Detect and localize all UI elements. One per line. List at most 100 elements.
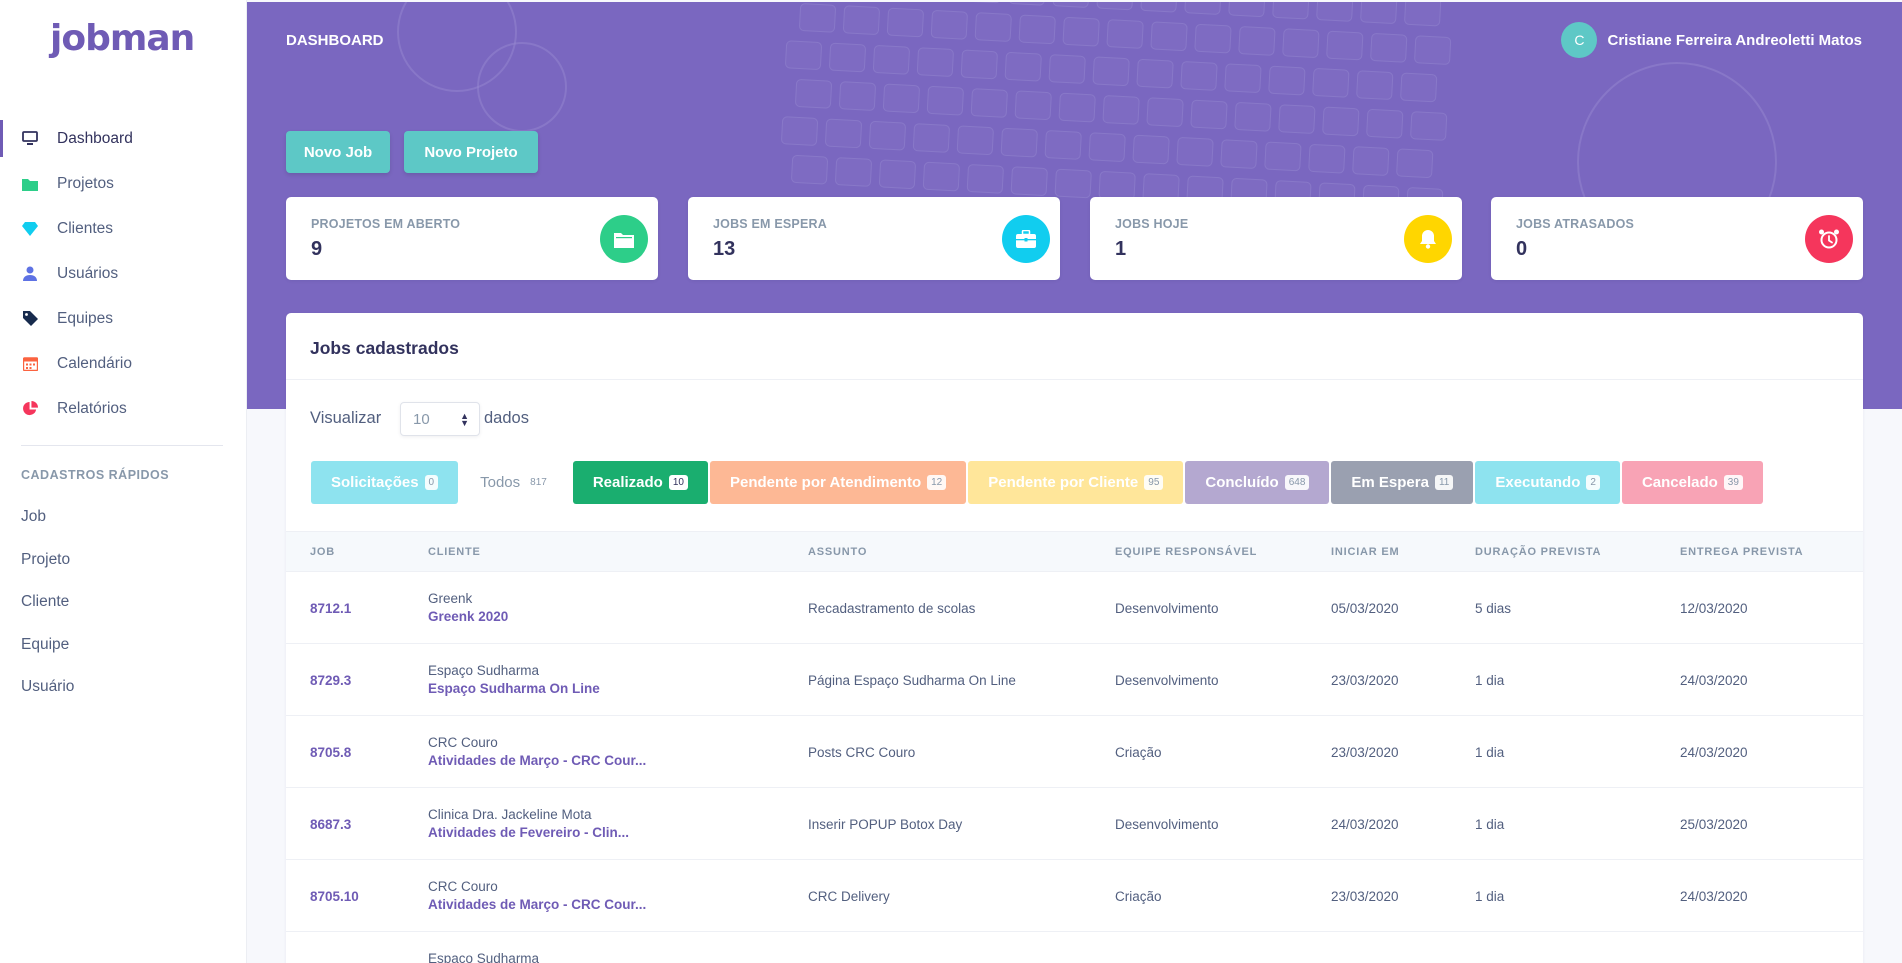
keyboard-key-decoration bbox=[1238, 25, 1276, 56]
keyboard-key-decoration bbox=[794, 78, 833, 109]
tab-label: Pendente por Cliente bbox=[988, 474, 1139, 491]
keyboard-key-decoration bbox=[1403, 2, 1442, 27]
stat-card-jobs-today[interactable]: JOBS HOJE 1 bbox=[1090, 197, 1462, 280]
column-header-equipe[interactable]: EQUIPE RESPONSÁVEL bbox=[1115, 546, 1257, 558]
app-logo[interactable]: jobman bbox=[50, 18, 195, 59]
table-row[interactable]: 8687.3 Clinica Dra. Jackeline Mota Ativi… bbox=[286, 788, 1863, 860]
column-header-assunto[interactable]: ASSUNTO bbox=[808, 546, 867, 558]
duration-cell: 1 dia bbox=[1475, 889, 1505, 904]
keyboard-key-decoration bbox=[1102, 94, 1140, 125]
avatar: C bbox=[1561, 22, 1598, 58]
subject-cell: Página Espaço Sudharma On Line bbox=[808, 673, 1016, 688]
tab-todos[interactable]: Todos 817 bbox=[460, 461, 571, 504]
keyboard-key-decoration bbox=[1096, 2, 1134, 11]
bell-icon bbox=[1404, 215, 1452, 263]
stat-card-open-projects[interactable]: PROJETOS EM ABERTO 9 bbox=[286, 197, 658, 280]
quick-register-title: CADASTROS RÁPIDOS bbox=[21, 468, 170, 482]
sidebar-item-equipes[interactable]: Equipes bbox=[0, 296, 246, 341]
table-row[interactable]: Espaço Sudharma bbox=[286, 932, 1863, 963]
project-link[interactable]: Atividades de Fevereiro - Clin... bbox=[428, 825, 629, 840]
quick-register-list: Job Projeto Cliente Equipe Usuário bbox=[21, 496, 74, 709]
keyboard-key-decoration bbox=[974, 12, 1012, 43]
table-row[interactable]: 8712.1 Greenk Greenk 2020 Recadastrament… bbox=[286, 572, 1863, 644]
project-link[interactable]: Greenk 2020 bbox=[428, 609, 508, 624]
column-header-entrega[interactable]: ENTREGA PREVISTA bbox=[1680, 546, 1803, 558]
sidebar-item-usuarios[interactable]: Usuários bbox=[0, 251, 246, 296]
jobs-card: Jobs cadastrados Visualizar 10 ▲ ▼ dados … bbox=[286, 313, 1863, 963]
column-header-cliente[interactable]: CLIENTE bbox=[428, 546, 481, 558]
stat-card-jobs-waiting[interactable]: JOBS EM ESPERA 13 bbox=[688, 197, 1060, 280]
column-header-duracao[interactable]: DURAÇÃO PREVISTA bbox=[1475, 546, 1601, 558]
diamond-icon bbox=[22, 221, 38, 237]
keyboard-key-decoration bbox=[1360, 2, 1398, 25]
project-link[interactable]: Atividades de Março - CRC Cour... bbox=[428, 753, 646, 768]
sidebar-item-relatorios[interactable]: Relatórios bbox=[0, 386, 246, 431]
column-header-job[interactable]: JOB bbox=[310, 546, 335, 558]
tab-concluido[interactable]: Concluído 648 bbox=[1185, 461, 1330, 504]
tab-count-badge: 12 bbox=[927, 475, 947, 490]
quick-item-projeto[interactable]: Projeto bbox=[21, 539, 74, 582]
start-date-cell: 23/03/2020 bbox=[1331, 673, 1399, 688]
tab-solicitacoes[interactable]: Solicitações 0 bbox=[311, 461, 459, 504]
client-name: CRC Couro bbox=[428, 735, 498, 750]
sidebar-item-dashboard[interactable]: Dashboard bbox=[0, 116, 246, 161]
table-row[interactable]: 8705.10 CRC Couro Atividades de Março - … bbox=[286, 860, 1863, 932]
quick-item-usuario[interactable]: Usuário bbox=[21, 666, 74, 709]
page-size-select[interactable]: 10 ▲ ▼ bbox=[400, 402, 480, 436]
keyboard-key-decoration bbox=[842, 5, 881, 36]
keyboard-key-decoration bbox=[1014, 90, 1052, 121]
keyboard-key-decoration bbox=[1044, 129, 1082, 160]
tab-count-badge: 2 bbox=[1586, 475, 1600, 490]
client-cell: Espaço Sudharma bbox=[428, 951, 539, 963]
keyboard-key-decoration bbox=[1234, 101, 1272, 132]
keyboard-key-decoration bbox=[1322, 106, 1360, 137]
page-size-value: 10 bbox=[413, 410, 430, 428]
job-id[interactable]: 8712.1 bbox=[310, 601, 351, 616]
team-cell: Desenvolvimento bbox=[1115, 601, 1219, 616]
quick-item-equipe[interactable]: Equipe bbox=[21, 624, 74, 667]
job-id[interactable]: 8705.10 bbox=[310, 889, 359, 904]
quick-item-cliente[interactable]: Cliente bbox=[21, 581, 74, 624]
quick-item-job[interactable]: Job bbox=[21, 496, 74, 539]
stat-value: 1 bbox=[1115, 238, 1127, 260]
sidebar-item-clientes[interactable]: Clientes bbox=[0, 206, 246, 251]
tab-realizado[interactable]: Realizado 10 bbox=[572, 461, 708, 504]
table-row[interactable]: 8729.3 Espaço Sudharma Espaço Sudharma O… bbox=[286, 644, 1863, 716]
sidebar-item-projetos[interactable]: Projetos bbox=[0, 161, 246, 206]
keyboard-key-decoration bbox=[970, 88, 1008, 118]
keyboard-key-decoration bbox=[872, 44, 911, 75]
subject-cell: Recadastramento de scolas bbox=[808, 601, 976, 616]
sidebar-item-calendario[interactable]: Calendário bbox=[0, 341, 246, 386]
new-project-button[interactable]: Novo Projeto bbox=[404, 131, 538, 173]
user-menu[interactable]: C Cristiane Ferreira Andreoletti Matos bbox=[1561, 22, 1862, 58]
page-size-label: Visualizar bbox=[310, 409, 382, 427]
page-size-suffix: dados bbox=[484, 409, 529, 427]
sidebar-item-label: Projetos bbox=[57, 174, 114, 192]
job-id[interactable]: 8729.3 bbox=[310, 673, 351, 688]
stat-card-jobs-late[interactable]: JOBS ATRASADOS 0 bbox=[1491, 197, 1863, 280]
keyboard-key-decoration bbox=[1282, 28, 1320, 59]
keyboard-key-decoration bbox=[1224, 63, 1262, 94]
tab-em-espera[interactable]: Em Espera 11 bbox=[1331, 461, 1474, 504]
table-row[interactable]: 8705.8 CRC Couro Atividades de Março - C… bbox=[286, 716, 1863, 788]
tab-cancelado[interactable]: Cancelado 39 bbox=[1621, 461, 1763, 504]
start-date-cell: 23/03/2020 bbox=[1331, 745, 1399, 760]
tab-executando[interactable]: Executando 2 bbox=[1475, 461, 1620, 504]
alarm-clock-icon bbox=[1805, 215, 1853, 263]
tab-count-badge: 817 bbox=[530, 477, 547, 488]
keyboard-key-decoration bbox=[878, 159, 917, 190]
project-link[interactable]: Espaço Sudharma On Line bbox=[428, 681, 600, 696]
job-id[interactable]: 8705.8 bbox=[310, 745, 351, 760]
tab-pendente-atendimento[interactable]: Pendente por Atendimento 12 bbox=[709, 461, 967, 504]
delivery-date-cell: 12/03/2020 bbox=[1680, 601, 1748, 616]
subject-cell: Inserir POPUP Botox Day bbox=[808, 817, 963, 832]
project-link[interactable]: Atividades de Março - CRC Cour... bbox=[428, 897, 646, 912]
keyboard-key-decoration bbox=[1176, 136, 1214, 167]
column-header-iniciar[interactable]: INICIAR EM bbox=[1331, 546, 1400, 558]
job-id[interactable]: 8687.3 bbox=[310, 817, 351, 832]
tab-label: Solicitações bbox=[331, 474, 419, 491]
keyboard-key-decoration bbox=[1194, 23, 1232, 54]
tab-pendente-cliente[interactable]: Pendente por Cliente 95 bbox=[968, 461, 1184, 504]
keyboard-key-decoration bbox=[1150, 21, 1188, 52]
new-job-button[interactable]: Novo Job bbox=[286, 131, 390, 173]
